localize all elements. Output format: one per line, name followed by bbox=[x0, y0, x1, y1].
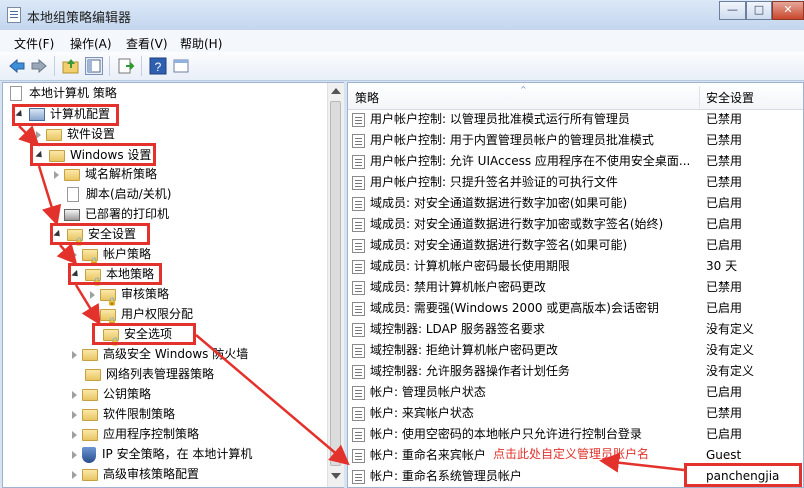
arrow-2 bbox=[37, 165, 62, 226]
arrow-5 bbox=[195, 334, 350, 466]
arrow-1 bbox=[18, 125, 40, 147]
arrow-6 bbox=[599, 452, 685, 473]
annotation-arrows bbox=[18, 125, 685, 473]
arrow-3 bbox=[56, 243, 78, 265]
arrow-4 bbox=[74, 284, 101, 326]
